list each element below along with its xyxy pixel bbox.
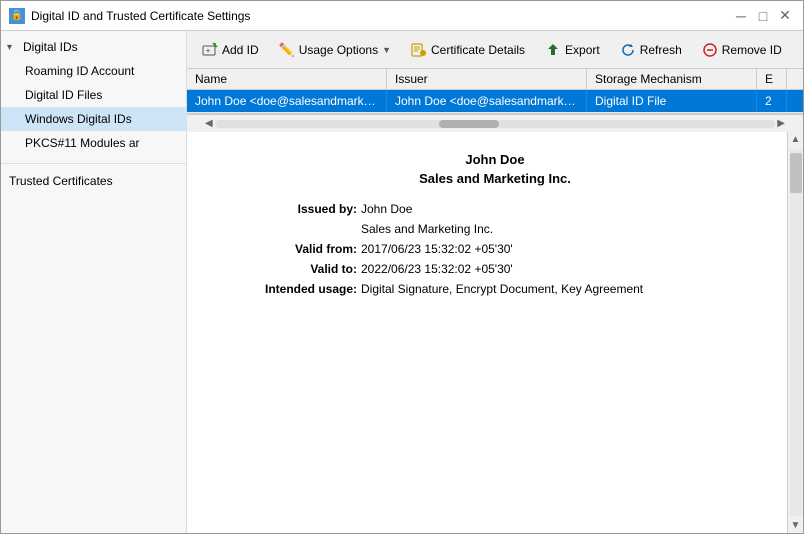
window-title: Digital ID and Trusted Certificate Setti…: [31, 9, 250, 23]
remove-id-icon: [702, 42, 718, 58]
detail-issued-by-row: Issued by: John Doe: [227, 202, 763, 216]
refresh-label: Refresh: [640, 43, 682, 57]
trusted-certs-label: Trusted Certificates: [9, 174, 113, 188]
detail-valid-from-row: Valid from: 2017/06/23 15:32:02 +05'30': [227, 242, 763, 256]
export-icon: [545, 42, 561, 58]
cell-name: John Doe <doe@salesandmarketin...: [187, 90, 387, 112]
scroll-left-arrow[interactable]: ◀: [203, 118, 215, 129]
certificate-icon: [411, 42, 427, 58]
valid-from-label: Valid from:: [227, 242, 357, 256]
title-bar-buttons: ─ □ ✕: [731, 6, 795, 26]
minimize-button[interactable]: ─: [731, 6, 751, 26]
main-content: ▾ Digital IDs Roaming ID Account Digital…: [1, 31, 803, 533]
pkcs11-label: PKCS#11 Modules ar: [25, 136, 140, 150]
sidebar-item-windows-digital-ids[interactable]: Windows Digital IDs: [1, 107, 186, 131]
toolbar: + Add ID ✏️ Usage Options ▼: [187, 31, 803, 69]
scrollbar-thumb[interactable]: [439, 120, 499, 128]
remove-id-label: Remove ID: [722, 43, 782, 57]
detail-intended-usage-row: Intended usage: Digital Signature, Encry…: [227, 282, 763, 296]
issued-by-org: Sales and Marketing Inc.: [361, 222, 493, 236]
digital-ids-section: ▾ Digital IDs Roaming ID Account Digital…: [1, 31, 186, 159]
col-name: Name: [187, 69, 387, 89]
detail-name: John Doe: [227, 152, 763, 167]
remove-id-button[interactable]: Remove ID: [693, 36, 791, 64]
horizontal-scrollbar[interactable]: ◀ ▶: [187, 114, 803, 132]
export-label: Export: [565, 43, 600, 57]
certificate-details-button[interactable]: Certificate Details: [402, 36, 534, 64]
maximize-button[interactable]: □: [753, 6, 773, 26]
detail-issued-by-org-row: Sales and Marketing Inc.: [227, 222, 763, 236]
add-id-button[interactable]: + Add ID: [193, 36, 268, 64]
sidebar: ▾ Digital IDs Roaming ID Account Digital…: [1, 31, 187, 533]
valid-to-label: Valid to:: [227, 262, 357, 276]
window-icon: 🔒: [9, 8, 25, 24]
right-panel: + Add ID ✏️ Usage Options ▼: [187, 31, 803, 533]
windows-digital-ids-label: Windows Digital IDs: [25, 112, 132, 126]
col-extra: E: [757, 69, 787, 89]
col-issuer: Issuer: [387, 69, 587, 89]
svg-text:+: +: [206, 48, 210, 55]
sidebar-item-pkcs11[interactable]: PKCS#11 Modules ar: [1, 131, 186, 155]
digital-id-files-label: Digital ID Files: [25, 88, 102, 102]
refresh-icon: [620, 42, 636, 58]
table-row[interactable]: John Doe <doe@salesandmarketin... John D…: [187, 90, 803, 113]
cell-issuer: John Doe <doe@salesandmarketi...: [387, 90, 587, 112]
roaming-id-label: Roaming ID Account: [25, 64, 134, 78]
add-id-label: Add ID: [222, 43, 259, 57]
issued-by-name: John Doe: [361, 202, 412, 216]
detail-panel: John Doe Sales and Marketing Inc. Issued…: [187, 132, 803, 533]
usage-options-dropdown-arrow: ▼: [382, 45, 391, 55]
refresh-button[interactable]: Refresh: [611, 36, 691, 64]
valid-from-value: 2017/06/23 15:32:02 +05'30': [361, 242, 513, 256]
scroll-right-arrow[interactable]: ▶: [775, 118, 787, 129]
table-header: Name Issuer Storage Mechanism E: [187, 69, 803, 90]
scrollbar-track: [215, 120, 776, 128]
vertical-scrollbar[interactable]: ▲ ▼: [787, 132, 803, 533]
scroll-down-arrow[interactable]: ▼: [788, 518, 803, 533]
cell-extra: 2: [757, 90, 787, 112]
certificate-details-label: Certificate Details: [431, 43, 525, 57]
sidebar-item-trusted-certs[interactable]: Trusted Certificates: [1, 168, 186, 194]
detail-valid-to-row: Valid to: 2022/06/23 15:32:02 +05'30': [227, 262, 763, 276]
export-button[interactable]: Export: [536, 36, 609, 64]
sidebar-item-digital-ids[interactable]: ▾ Digital IDs: [1, 35, 186, 59]
close-button[interactable]: ✕: [775, 6, 795, 26]
detail-org: Sales and Marketing Inc.: [227, 171, 763, 186]
expand-icon: ▾: [7, 42, 19, 53]
table-area: Name Issuer Storage Mechanism E John Doe…: [187, 69, 803, 114]
sidebar-item-digital-id-files[interactable]: Digital ID Files: [1, 83, 186, 107]
scroll-up-arrow[interactable]: ▲: [788, 132, 803, 147]
intended-usage-value: Digital Signature, Encrypt Document, Key…: [361, 282, 643, 296]
usage-options-button[interactable]: ✏️ Usage Options ▼: [270, 36, 400, 64]
usage-options-label: Usage Options: [299, 43, 378, 57]
col-storage: Storage Mechanism: [587, 69, 757, 89]
intended-usage-label: Intended usage:: [227, 282, 357, 296]
v-scroll-track: [790, 149, 802, 516]
add-id-icon: +: [202, 42, 218, 58]
title-bar-left: 🔒 Digital ID and Trusted Certificate Set…: [9, 8, 250, 24]
pencil-icon: ✏️: [279, 42, 295, 58]
sidebar-item-roaming-id[interactable]: Roaming ID Account: [1, 59, 186, 83]
cell-storage: Digital ID File: [587, 90, 757, 112]
v-scroll-thumb[interactable]: [790, 153, 802, 193]
issued-by-label: Issued by:: [227, 202, 357, 216]
title-bar: 🔒 Digital ID and Trusted Certificate Set…: [1, 1, 803, 31]
digital-ids-label: Digital IDs: [23, 40, 78, 54]
valid-to-value: 2022/06/23 15:32:02 +05'30': [361, 262, 513, 276]
sidebar-divider: [1, 163, 186, 164]
main-window: 🔒 Digital ID and Trusted Certificate Set…: [0, 0, 804, 534]
issued-by-org-spacer: [227, 222, 357, 236]
